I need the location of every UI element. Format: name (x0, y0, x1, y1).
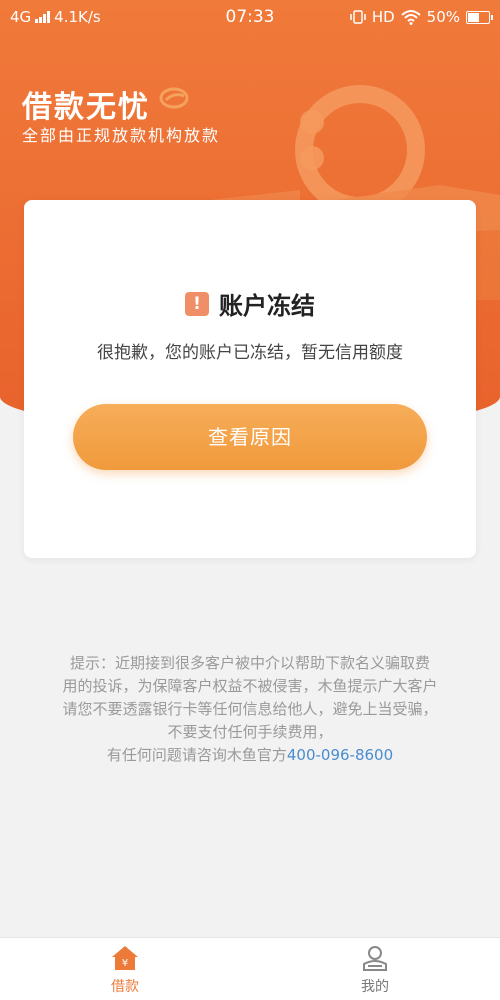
app-screen: 4G 4.1K/s 07:33 HD 50% 借款无忧 全部由正规放款机构放款 … (0, 0, 500, 1000)
notice-contact-prefix: 有任何问题请咨询木鱼官方 (106, 746, 287, 764)
nav-item-mine[interactable]: 我的 (325, 944, 425, 996)
notice-line: 不要支付任何手续费用， (167, 723, 333, 741)
brand-logo-icon (159, 87, 189, 109)
svg-text:¥: ¥ (122, 958, 128, 969)
nav-label-loan: 借款 (111, 979, 139, 995)
wifi-icon (400, 10, 421, 25)
notice-text: 提示：近期接到很多客户被中介以帮助下款名义骗取费 用的投诉，为保障客户权益不被侵… (40, 652, 460, 767)
home-yen-icon: ¥ (112, 946, 138, 970)
nav-label-mine: 我的 (361, 979, 389, 995)
hd-indicator: HD (371, 8, 395, 26)
brand-subtitle: 全部由正规放款机构放款 (22, 126, 221, 145)
status-bar: 4G 4.1K/s 07:33 HD 50% (0, 0, 500, 34)
brand-title: 借款无忧 (22, 90, 150, 125)
card-title: 账户冻结 (219, 292, 315, 320)
card-description: 很抱歉，您的账户已冻结，暂无信用额度 (97, 343, 403, 363)
nav-item-loan[interactable]: ¥ 借款 (75, 944, 175, 996)
warning-icon: ! (185, 291, 209, 316)
vibrate-icon (350, 10, 366, 24)
notice-contact-line: 有任何问题请咨询木鱼官方400-096-8600 (40, 744, 460, 767)
hotline-link[interactable]: 400-096-8600 (287, 746, 393, 764)
bottom-nav: ¥ 借款 我的 (0, 937, 500, 1000)
view-reason-button[interactable]: 查看原因 (73, 404, 427, 470)
user-icon (363, 946, 387, 971)
card-title-row: ! 账户冻结 (24, 286, 476, 321)
battery-icon (466, 10, 493, 24)
battery-percent: 50% (426, 8, 460, 26)
notice-line: 请您不要透露银行卡等任何信息给他人，避免上当受骗， (62, 700, 438, 718)
status-right: HD 50% (350, 8, 493, 26)
notice-line: 提示：近期接到很多客户被中介以帮助下款名义骗取费 (69, 654, 430, 672)
notice-line: 用的投诉，为保障客户权益不被侵害，木鱼提示广大客户 (62, 677, 438, 695)
account-status-card: ! 账户冻结 很抱歉，您的账户已冻结，暂无信用额度 查看原因 (24, 200, 476, 558)
